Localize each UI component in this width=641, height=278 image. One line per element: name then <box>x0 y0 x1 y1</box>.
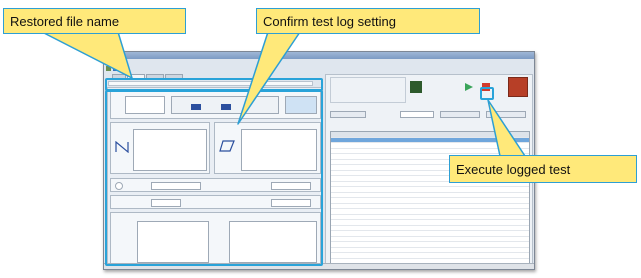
annotated-screenshot: Restored file name Confirm test log sett… <box>0 0 641 278</box>
callout-confirm-test-log: Confirm test log setting <box>256 8 480 34</box>
callout-leaders <box>41 31 526 157</box>
callout-execute-logged-test: Execute logged test <box>449 155 637 183</box>
callout-restored-file-name: Restored file name <box>3 8 186 34</box>
leader-restored-file <box>41 31 133 79</box>
leader-execute <box>487 99 526 157</box>
leader-confirm-log <box>237 31 301 125</box>
